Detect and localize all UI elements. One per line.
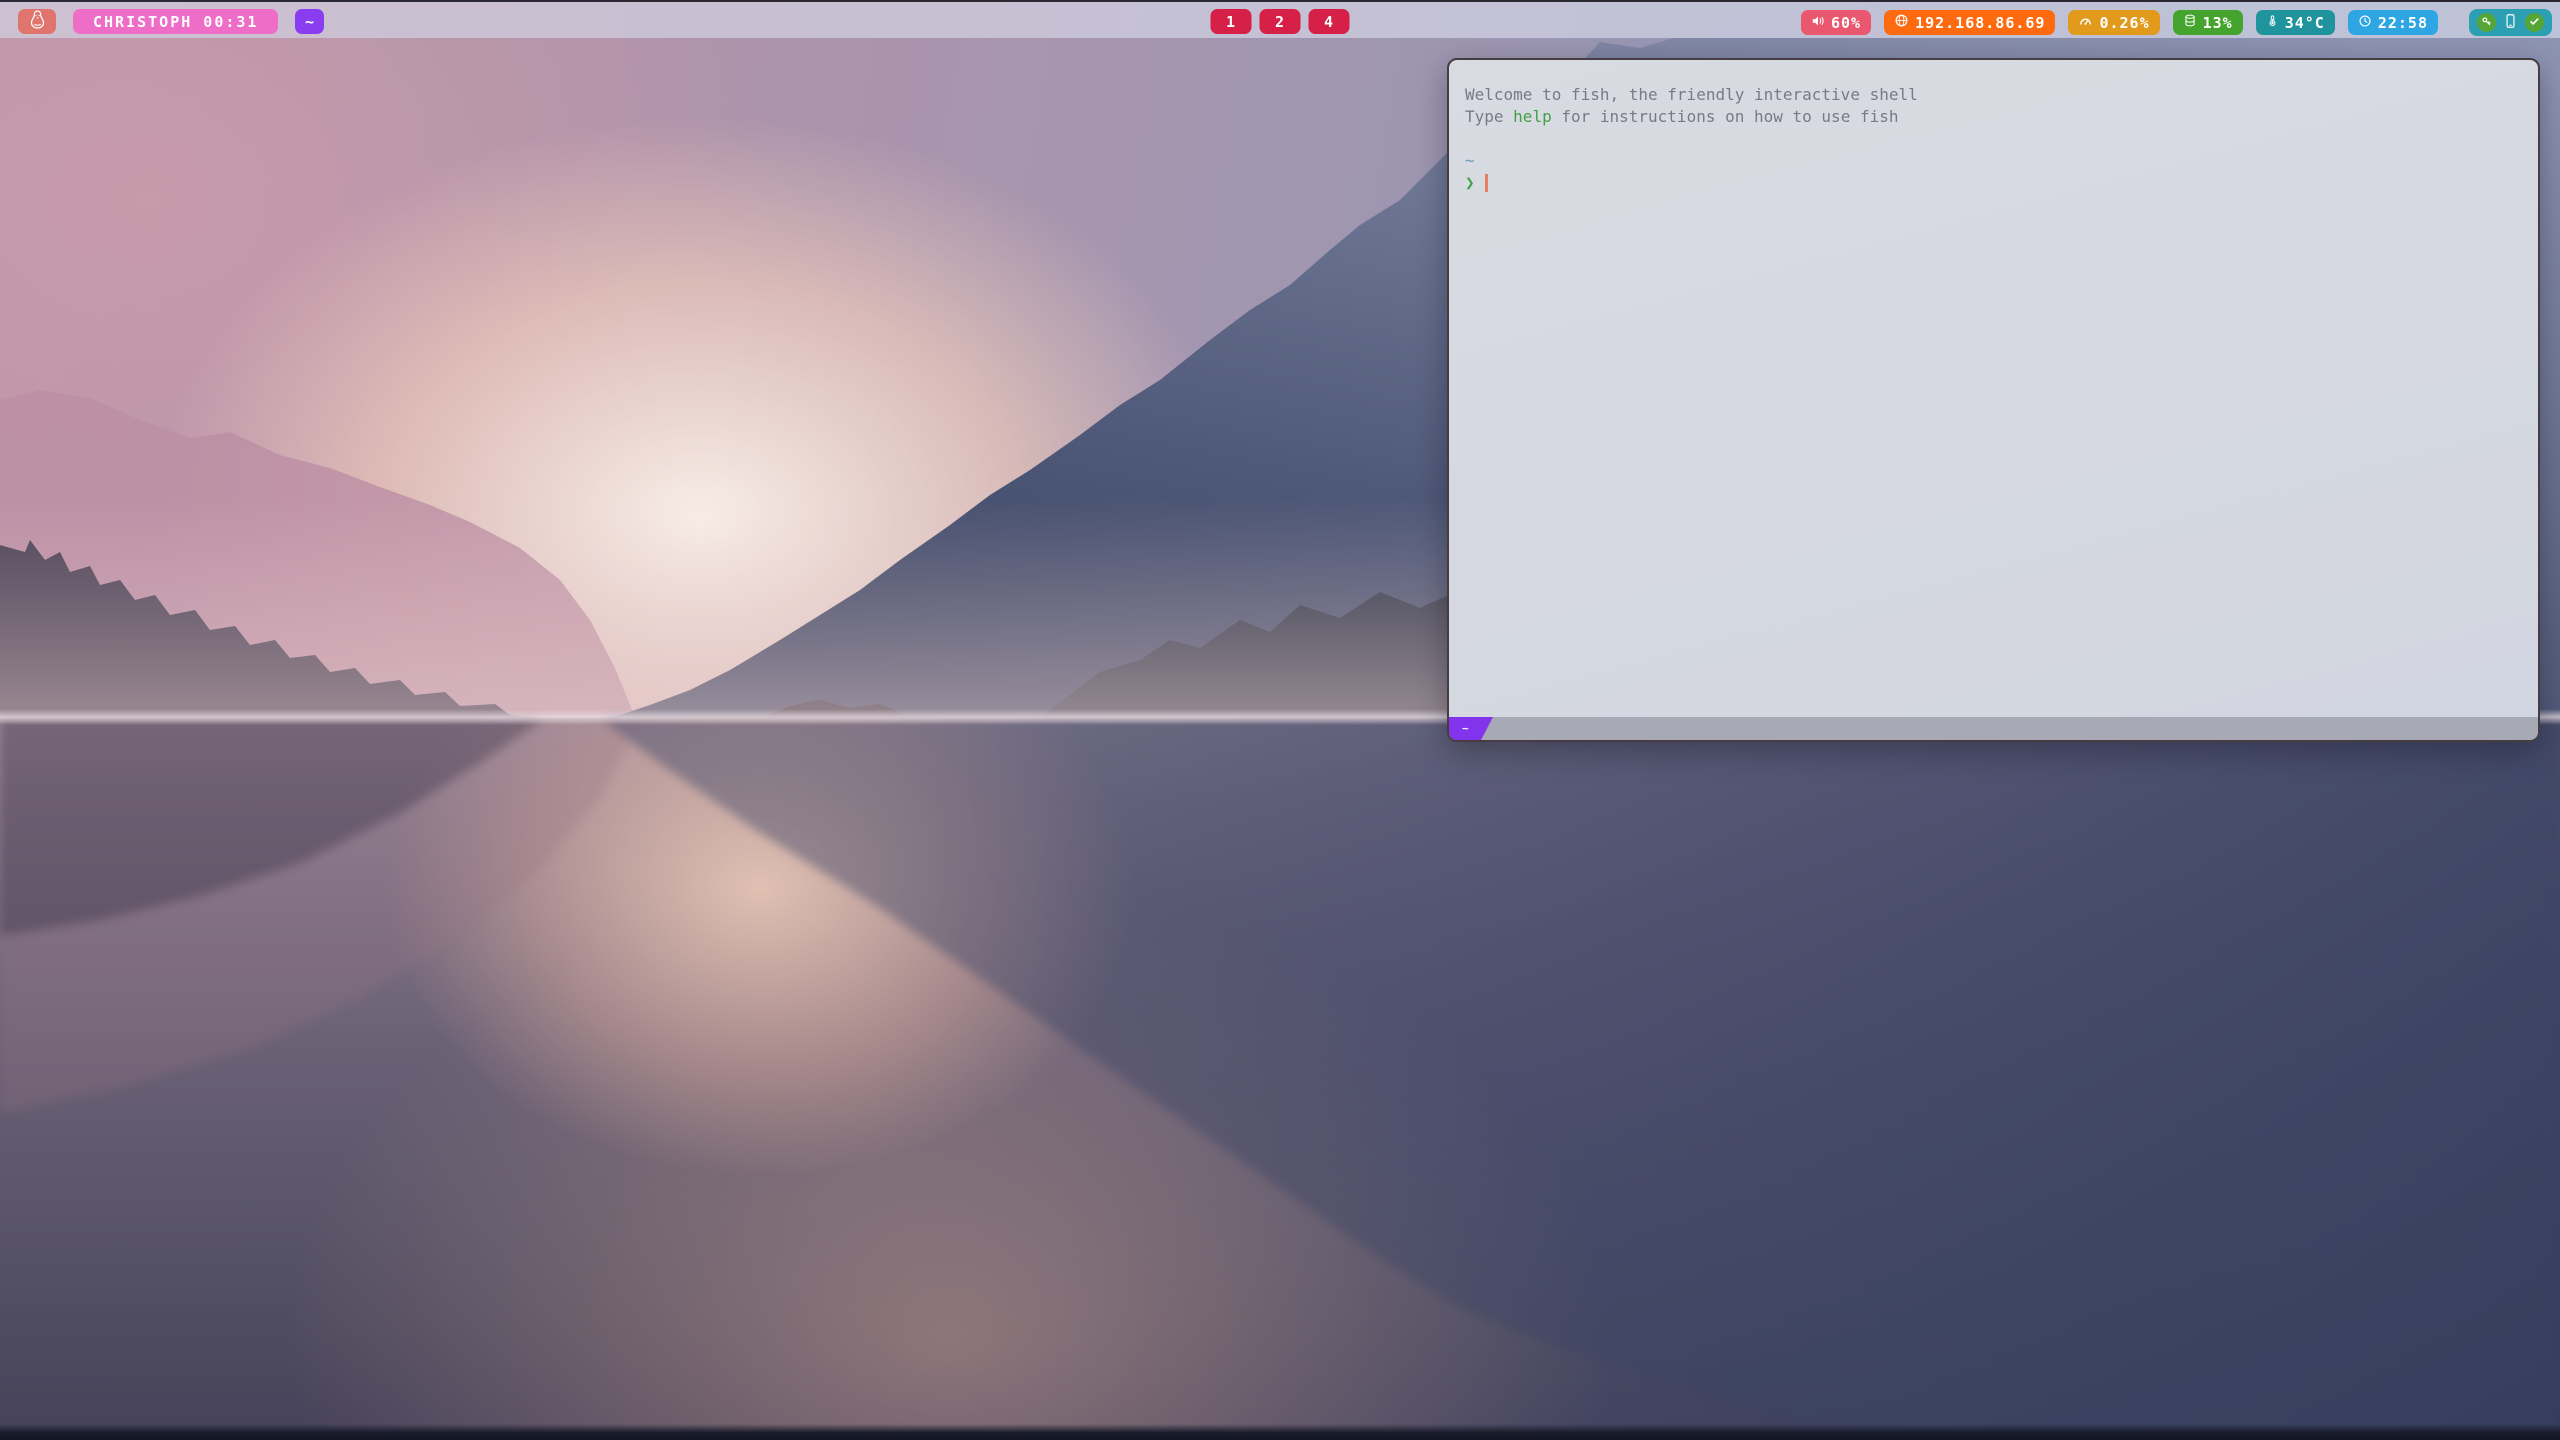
shore-strip: [0, 1424, 2560, 1440]
phone-icon: [2503, 17, 2518, 35]
globe-icon: [1894, 13, 1909, 32]
launcher-button[interactable]: [18, 9, 56, 34]
key-icon: [2480, 14, 2493, 32]
clock-icon: [2358, 14, 2372, 32]
user-uptime-badge[interactable]: CHRISTOPH 00:31: [73, 9, 278, 34]
user-uptime-label: CHRISTOPH 00:31: [93, 13, 258, 31]
memory-widget[interactable]: 13%: [2173, 10, 2243, 35]
phone-tray-button[interactable]: [2503, 11, 2518, 35]
bar-right-group: 60% 192.168.86.69: [1801, 9, 2552, 36]
wallpaper-lake: [0, 718, 2560, 1440]
workspace-label: 4: [1324, 13, 1334, 31]
gauge-icon: [2078, 14, 2093, 32]
prompt-cwd: ~: [1465, 150, 2520, 172]
network-widget[interactable]: 192.168.86.69: [1884, 10, 2055, 35]
terminal-tab-active[interactable]: ~: [1449, 717, 1493, 740]
terminal-tab-bar: ~: [1449, 717, 2538, 740]
thermometer-icon: [2266, 13, 2279, 32]
fish-greeting-line2: Type help for instructions on how to use…: [1465, 106, 2520, 128]
text-cursor: [1485, 174, 1488, 192]
temperature-widget[interactable]: 34°C: [2256, 10, 2335, 35]
workspace-label: 1: [1226, 13, 1236, 31]
memory-value: 13%: [2203, 14, 2233, 32]
fish-greeting-line1: Welcome to fish, the friendly interactiv…: [1465, 84, 2520, 106]
prompt-symbol: ❯: [1465, 173, 1475, 192]
greeting-text: for instructions on how to use fish: [1552, 107, 1899, 126]
layout-indicator-badge[interactable]: ~: [295, 9, 324, 34]
blank-line: [1465, 128, 2520, 150]
desktop: CHRISTOPH 00:31 ~ 1 2 4: [0, 0, 2560, 1440]
workspace-label: 2: [1275, 13, 1285, 31]
cpu-value: 0.26%: [2099, 14, 2149, 32]
status-bar: CHRISTOPH 00:31 ~ 1 2 4: [0, 0, 2560, 38]
tab-label: ~: [1462, 722, 1469, 735]
cpu-widget[interactable]: 0.26%: [2068, 10, 2159, 35]
keepass-tray-button[interactable]: [2477, 13, 2496, 32]
volume-widget[interactable]: 60%: [1801, 10, 1871, 35]
terminal-output[interactable]: Welcome to fish, the friendly interactiv…: [1449, 60, 2538, 717]
workspace-tag-1[interactable]: 1: [1211, 9, 1252, 34]
check-icon: [2528, 14, 2541, 32]
layout-label: ~: [305, 13, 315, 31]
prompt-line: ❯: [1465, 172, 2520, 194]
ip-address-value: 192.168.86.69: [1915, 14, 2045, 32]
workspace-switcher: 1 2 4: [1211, 9, 1350, 34]
workspace-tag-2[interactable]: 2: [1260, 9, 1301, 34]
help-keyword: help: [1513, 107, 1552, 126]
lake-reflections: [0, 718, 2560, 1440]
system-tray: [2469, 9, 2552, 36]
workspace-tag-4[interactable]: 4: [1309, 9, 1350, 34]
sync-tray-button[interactable]: [2525, 13, 2544, 32]
mist-overlay: [0, 498, 1450, 718]
terminal-window[interactable]: Welcome to fish, the friendly interactiv…: [1447, 58, 2540, 742]
speaker-icon: [1811, 14, 1825, 32]
clock-widget[interactable]: 22:58: [2348, 10, 2438, 35]
volume-value: 60%: [1831, 14, 1861, 32]
greeting-text: Type: [1465, 107, 1513, 126]
temperature-value: 34°C: [2285, 14, 2325, 32]
bar-left-group: CHRISTOPH 00:31 ~: [18, 9, 324, 34]
tux-icon: [29, 10, 46, 33]
clock-value: 22:58: [2378, 14, 2428, 32]
database-icon: [2183, 13, 2197, 32]
